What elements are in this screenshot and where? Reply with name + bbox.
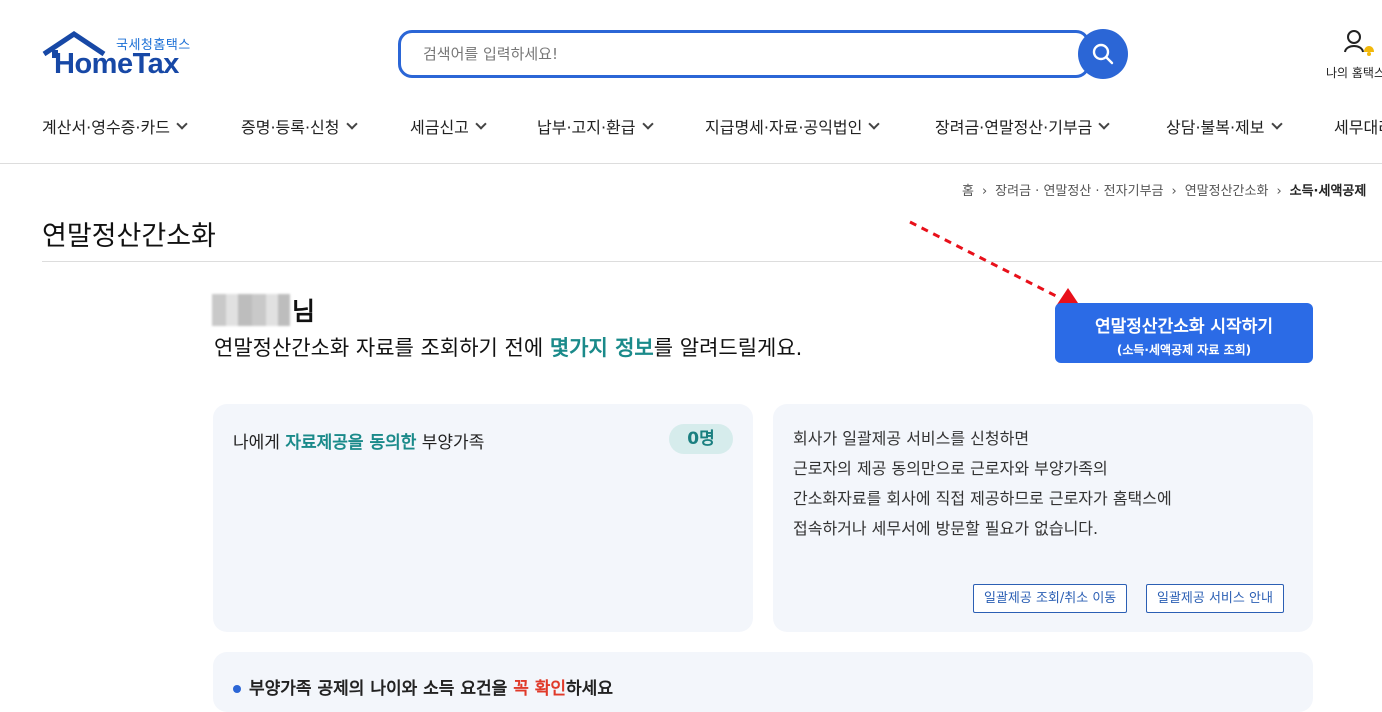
breadcrumb-simplified[interactable]: 연말정산간소화 (1185, 184, 1269, 199)
page-title: 연말정산간소화 (42, 221, 216, 252)
greeting-message: 연말정산간소화 자료를 조회하기 전에 몇가지 정보를 알려드릴게요. (214, 332, 802, 362)
description-line: 접속하거나 세무서에 방문할 필요가 없습니다. (793, 519, 1099, 538)
my-hometax-label: 나의 홈택스 (1326, 66, 1382, 80)
chevron-down-icon (641, 118, 654, 130)
breadcrumb-separator: › (1276, 184, 1282, 199)
search-button[interactable] (1078, 29, 1128, 79)
label-text: 나에게 (233, 433, 286, 453)
start-button-title: 연말정산간소화 시작하기 (1095, 317, 1273, 337)
nav-label: 증명·등록·신청 (241, 118, 340, 137)
breadcrumb-year-end[interactable]: 장려금 · 연말정산 · 전자기부금 (995, 184, 1163, 199)
label-highlight: 자료제공을 동의한 (285, 433, 417, 453)
greeting-highlight: 몇가지 정보 (549, 336, 654, 360)
nav-label: 장려금·연말정산·기부금 (935, 118, 1093, 137)
user-bell-icon (1344, 30, 1374, 56)
chevron-down-icon (345, 118, 358, 130)
nav-label: 상담·불복·제보 (1166, 118, 1265, 137)
main-nav: 계산서·영수증·카드 증명·등록·신청 세금신고 납부·고지·환급 지급명세·자… (0, 100, 1382, 164)
bulk-inquiry-button[interactable]: 일괄제공 조회/취소 이동 (973, 584, 1128, 613)
nav-label: 계산서·영수증·카드 (42, 118, 170, 137)
dependents-count-badge: 0명 (669, 424, 733, 454)
start-simplified-button[interactable]: 연말정산간소화 시작하기 (소득·세액공제 자료 조회) (1055, 303, 1313, 363)
bulk-guide-button[interactable]: 일괄제공 서비스 안내 (1146, 584, 1284, 613)
breadcrumb: 홈 › 장려금 · 연말정산 · 전자기부금 › 연말정산간소화 › 소득·세액공제 (962, 180, 1366, 199)
nav-item-tax-return[interactable]: 세금신고 (410, 114, 487, 138)
nav-item-certificate[interactable]: 증명·등록·신청 (241, 114, 358, 138)
nav-label: 납부·고지·환급 (537, 118, 636, 137)
nav-item-invoice[interactable]: 계산서·영수증·카드 (42, 114, 188, 138)
breadcrumb-separator: › (1171, 184, 1177, 199)
bullet-icon (233, 685, 241, 693)
greeting-name: 님 (212, 292, 315, 328)
search-box (398, 30, 1090, 78)
bulk-provision-card: 회사가 일괄제공 서비스를 신청하면 근로자의 제공 동의만으로 근로자와 부양… (773, 404, 1313, 632)
nav-label: 세금신고 (410, 118, 469, 137)
description-line: 간소화자료를 회사에 직접 제공하므로 근로자가 홈택스에 (793, 489, 1172, 508)
breadcrumb-current: 소득·세액공제 (1289, 184, 1367, 199)
label-text: 부양가족 (416, 433, 485, 453)
title-divider (42, 261, 1382, 262)
redacted-name (212, 294, 290, 326)
requirement-text-part: 하세요 (566, 679, 613, 699)
dependents-requirement-card: 부양가족 공제의 나이와 소득 요건을 꼭 확인하세요 (213, 652, 1313, 712)
breadcrumb-separator: › (981, 184, 988, 199)
description-line: 회사가 일괄제공 서비스를 신청하면 (793, 429, 1030, 448)
chevron-down-icon (475, 118, 487, 130)
greeting-text: 를 알려드릴게요. (653, 336, 803, 360)
description-line: 근로자의 제공 동의만으로 근로자와 부양가족의 (793, 459, 1108, 478)
bulk-provision-description: 회사가 일괄제공 서비스를 신청하면 근로자의 제공 동의만으로 근로자와 부양… (793, 424, 1172, 544)
nav-item-agent[interactable]: 세무대리 (1334, 114, 1382, 138)
greeting-text: 연말정산간소화 자료를 조회하기 전에 (214, 336, 550, 360)
requirement-text-part: 부양가족 공제의 나이와 소득 요건을 (249, 679, 514, 699)
chevron-down-icon (1098, 118, 1111, 130)
breadcrumb-home[interactable]: 홈 (962, 184, 974, 199)
chevron-down-icon (1270, 118, 1283, 130)
requirement-text: 부양가족 공제의 나이와 소득 요건을 꼭 확인하세요 (233, 674, 613, 699)
dependents-label: 나에게 자료제공을 동의한 부양가족 (233, 428, 484, 453)
greeting-suffix: 님 (292, 297, 316, 326)
start-button-subtitle: (소득·세액공제 자료 조회) (1116, 343, 1252, 357)
nav-label: 지급명세·자료·공익법인 (705, 118, 863, 137)
logo-text: HomeTax (54, 48, 179, 80)
nav-item-payment[interactable]: 납부·고지·환급 (537, 114, 654, 138)
nav-item-statements[interactable]: 지급명세·자료·공익법인 (705, 114, 881, 138)
requirement-highlight: 꼭 확인 (513, 679, 567, 699)
chevron-down-icon (868, 118, 881, 130)
consenting-dependents-card: 나에게 자료제공을 동의한 부양가족 0명 (213, 404, 753, 632)
nav-label: 세무대리 (1334, 118, 1382, 137)
header: 국세청홈택스 HomeTax 나의 홈택스 (0, 0, 1382, 100)
search-icon (1092, 43, 1114, 65)
chevron-down-icon (176, 118, 188, 130)
hometax-logo[interactable]: 국세청홈택스 HomeTax (42, 30, 202, 80)
search-input[interactable] (401, 33, 1087, 75)
nav-item-year-end[interactable]: 장려금·연말정산·기부금 (935, 114, 1111, 138)
nav-item-consult[interactable]: 상담·불복·제보 (1166, 114, 1283, 138)
